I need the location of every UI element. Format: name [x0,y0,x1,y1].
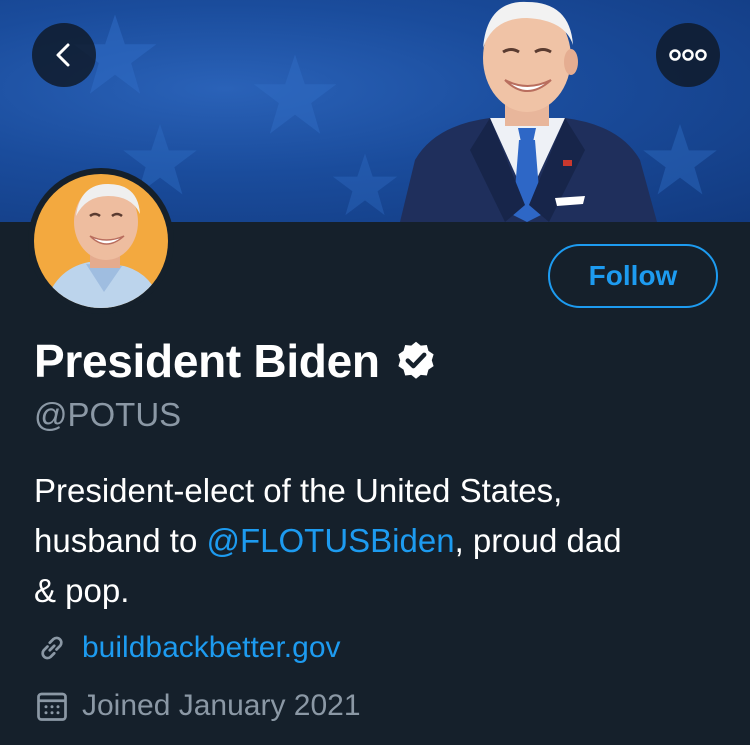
more-options-button[interactable] [656,23,720,87]
bio-line-1: President-elect of the United States, [34,472,563,509]
bio-text: husband to [34,522,207,559]
banner-person-image [400,1,657,222]
website-link[interactable]: buildbackbetter.gov [82,631,341,665]
joined-date: Joined January 2021 [82,689,361,722]
joined-row: Joined January 2021 [34,688,361,724]
profile-handle: @POTUS [34,396,182,433]
banner-star-decoration [332,153,398,216]
avatar-image [34,174,168,308]
profile-avatar[interactable] [28,168,174,314]
bio-text: , proud dad [454,522,622,559]
mention-link[interactable]: @FLOTUSBiden [206,522,454,559]
website-row: buildbackbetter.gov [34,630,341,666]
follow-button[interactable]: Follow [548,244,718,308]
profile-name-row: President Biden [34,334,438,388]
profile-bio: President-elect of the United States, hu… [34,466,734,616]
profile-name: President Biden [34,335,380,387]
back-button[interactable] [32,23,96,87]
chevron-left-icon [56,43,70,67]
banner-star-decoration [253,54,337,134]
bio-line-3: & pop. [34,572,130,609]
link-icon [41,636,63,660]
calendar-icon [37,692,67,721]
bio-line-2: husband to @FLOTUSBiden, proud dad [34,516,734,566]
more-horizontal-icon [669,49,707,61]
verified-badge-icon [398,341,434,379]
